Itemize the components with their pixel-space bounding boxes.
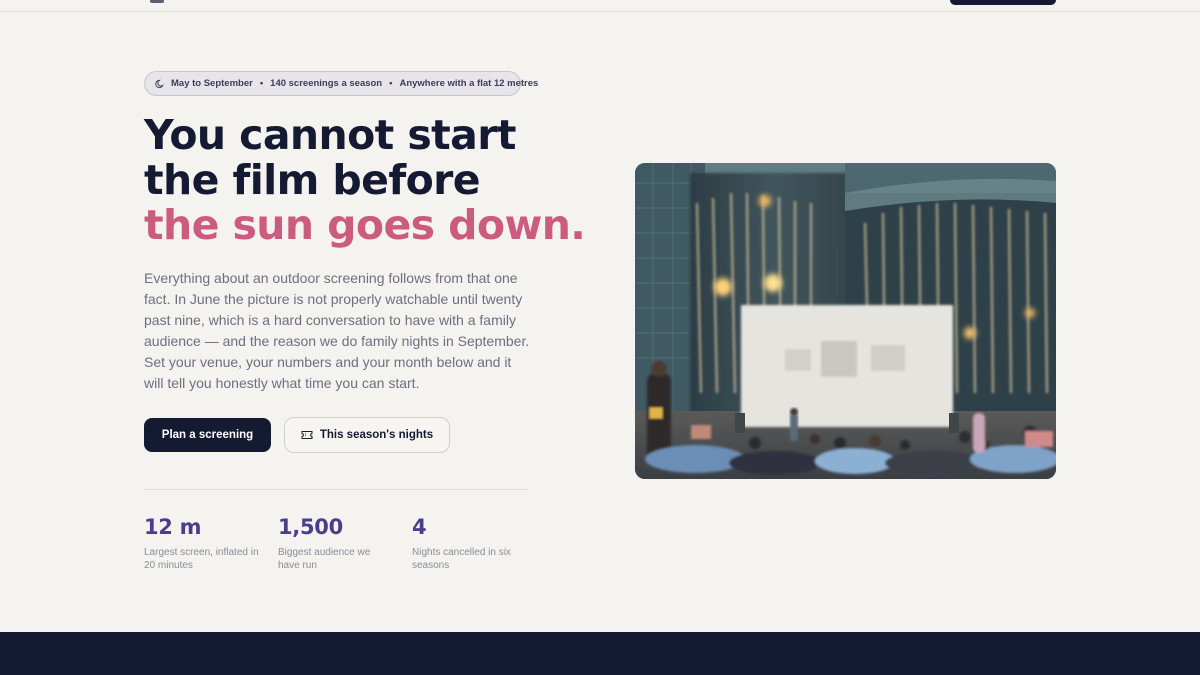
nav-cta-button[interactable] bbox=[950, 0, 1056, 5]
plan-screening-button[interactable]: Plan a screening bbox=[144, 418, 271, 452]
hero-photo bbox=[635, 163, 1056, 479]
nav-logo[interactable] bbox=[150, 0, 164, 3]
stat-value: 12 m bbox=[144, 515, 202, 539]
footer-band bbox=[0, 632, 1200, 675]
season-nights-label: This season's nights bbox=[319, 429, 434, 441]
outdoor-screening-photo bbox=[635, 163, 1056, 479]
headline-line-2: the film before bbox=[144, 156, 481, 204]
ticket-icon bbox=[301, 431, 313, 439]
stat-label: Nights cancelled in six seasons bbox=[412, 547, 511, 571]
pill-screenings: 140 screenings a season bbox=[270, 78, 383, 89]
stat-cancellations: 4 Nights cancelled in six seasons bbox=[412, 514, 524, 572]
stat-label: Biggest audience we have run bbox=[278, 547, 371, 571]
hero-headline: You cannot start the film before the sun… bbox=[144, 113, 614, 248]
stat-screen-size: 12 m Largest screen, inflated in 20 minu… bbox=[144, 514, 262, 572]
stat-value: 1,500 bbox=[278, 515, 343, 539]
headline-accent: the sun goes down. bbox=[144, 201, 586, 249]
season-nights-button[interactable]: This season's nights bbox=[284, 417, 450, 453]
stat-audience: 1,500 Biggest audience we have run bbox=[278, 514, 382, 572]
pill-separator: • bbox=[389, 78, 393, 89]
season-info-pill: May to September • 140 screenings a seas… bbox=[144, 71, 538, 96]
hero-body: Everything about an outdoor screening fo… bbox=[144, 270, 530, 391]
headline-line-1: You cannot start bbox=[144, 111, 516, 159]
pill-separator: • bbox=[259, 78, 264, 89]
moon-icon bbox=[155, 79, 164, 88]
stats-divider bbox=[144, 489, 528, 490]
pill-location: Anywhere with a flat 12 metres bbox=[399, 78, 539, 89]
stat-label: Largest screen, inflated in 20 minutes bbox=[144, 547, 259, 571]
stat-value: 4 bbox=[412, 515, 427, 539]
pill-months: May to September bbox=[171, 78, 253, 89]
